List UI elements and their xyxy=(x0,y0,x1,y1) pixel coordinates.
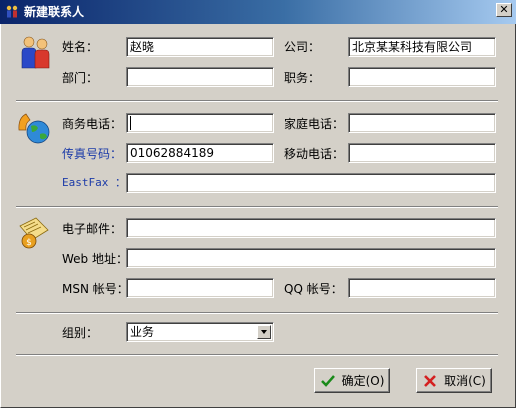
close-button[interactable]: ✕ xyxy=(496,3,512,17)
job-title-label: 职务： xyxy=(284,71,321,85)
department-field[interactable] xyxy=(126,67,274,87)
title-bar: 新建联系人 ✕ xyxy=(0,0,516,24)
qq-label: QQ 帐号： xyxy=(284,282,343,296)
mobile-label: 移动电话： xyxy=(284,147,345,161)
people-icon xyxy=(21,36,50,69)
checkmark-icon xyxy=(320,374,335,387)
email-label: 电子邮件： xyxy=(62,222,123,236)
group-select[interactable]: 业务 xyxy=(126,322,274,342)
ok-button[interactable]: 确定(O) xyxy=(314,368,390,393)
work-phone-label: 商务电话： xyxy=(62,117,123,131)
web-label: Web 地址： xyxy=(62,252,128,266)
cancel-button-label: 取消(C) xyxy=(444,374,486,388)
contacts-app-icon xyxy=(6,5,18,18)
email-card-icon: $ xyxy=(19,217,49,249)
company-field[interactable]: 北京某某科技有限公司 xyxy=(348,37,496,57)
section-divider xyxy=(16,206,498,208)
phone-globe-icon xyxy=(18,113,50,144)
fax-label: 传真号码： xyxy=(62,147,123,161)
home-phone-field[interactable] xyxy=(348,113,496,133)
cancel-button[interactable]: 取消(C) xyxy=(416,368,492,393)
close-icon: ✕ xyxy=(499,3,509,16)
company-label: 公司： xyxy=(284,40,321,54)
window-title: 新建联系人 xyxy=(24,5,85,19)
email-field[interactable] xyxy=(126,218,496,238)
group-selected-value: 业务 xyxy=(130,325,155,339)
fax-field[interactable]: 01062884189 xyxy=(126,143,274,163)
chevron-down-icon[interactable] xyxy=(257,325,271,339)
svg-text:$: $ xyxy=(26,238,32,248)
group-label: 组别： xyxy=(62,326,99,340)
job-title-field[interactable] xyxy=(348,67,496,87)
department-label: 部门： xyxy=(62,71,99,85)
cross-icon xyxy=(424,374,437,387)
mobile-field[interactable] xyxy=(348,143,496,163)
name-field[interactable]: 赵晓 xyxy=(126,37,274,57)
section-divider xyxy=(16,354,498,356)
section-divider xyxy=(16,312,498,314)
qq-field[interactable] xyxy=(348,278,496,298)
ok-button-label: 确定(O) xyxy=(341,374,385,388)
msn-label: MSN 帐号： xyxy=(62,282,129,296)
eastfax-field[interactable] xyxy=(126,173,496,193)
web-field[interactable] xyxy=(126,248,496,268)
name-label: 姓名： xyxy=(62,40,99,54)
section-divider xyxy=(16,100,498,102)
msn-field[interactable] xyxy=(126,278,274,298)
eastfax-label: EastFax ： xyxy=(62,176,126,189)
work-phone-field[interactable] xyxy=(126,113,274,133)
home-phone-label: 家庭电话： xyxy=(284,117,345,131)
